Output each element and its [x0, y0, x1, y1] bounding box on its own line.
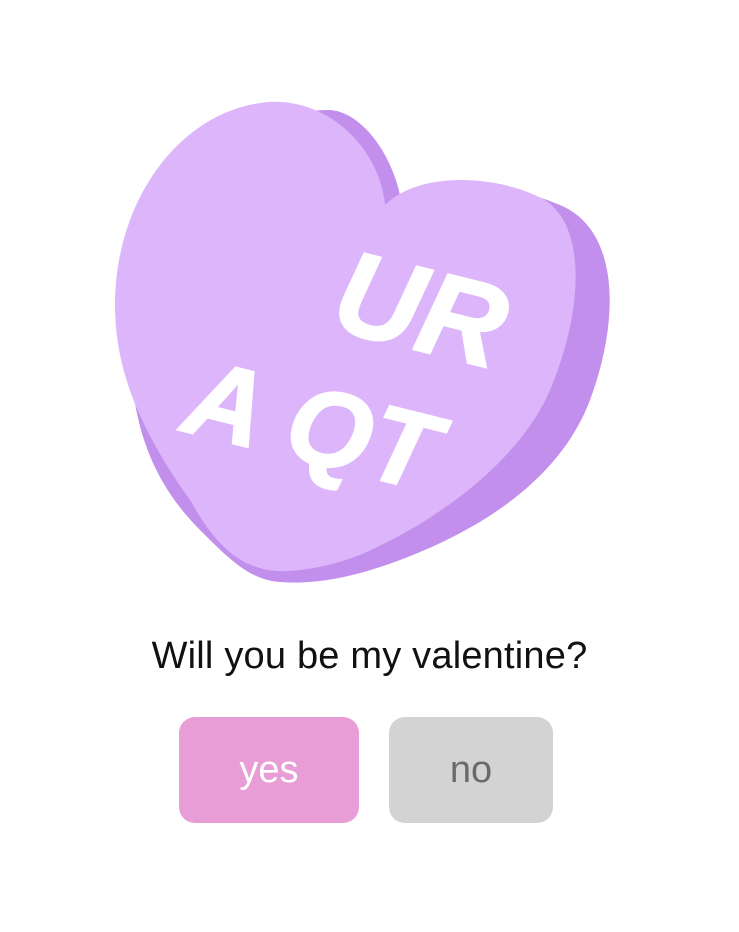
valentine-question: Will you be my valentine? — [151, 635, 588, 677]
no-button[interactable]: no — [389, 717, 553, 823]
yes-button[interactable]: yes — [179, 717, 359, 823]
candy-heart-image: UR A QT — [100, 90, 640, 600]
